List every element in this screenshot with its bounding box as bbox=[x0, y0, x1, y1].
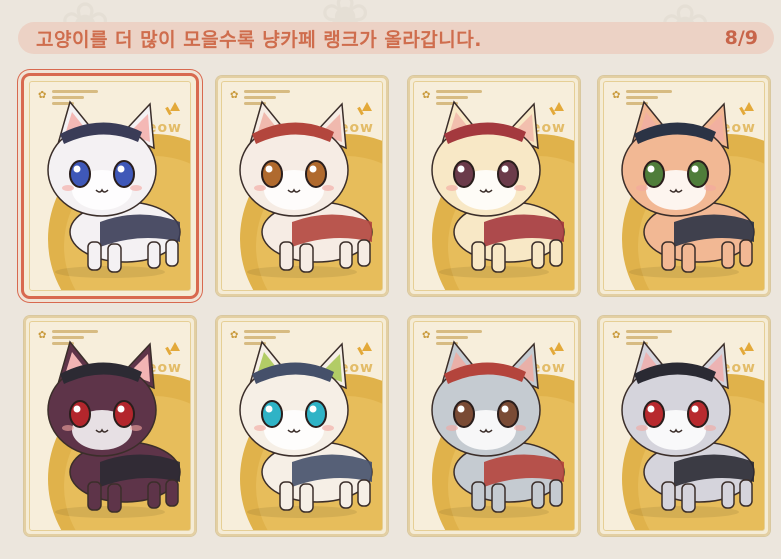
cat-portrait bbox=[47, 100, 181, 278]
card-frame: ✿ meow bbox=[221, 321, 383, 531]
cat-portrait bbox=[621, 100, 755, 278]
cat-card-4[interactable]: ✿ meow bbox=[598, 76, 770, 296]
banner-message: 고양이를 더 많이 모을수록 냥카페 랭크가 올라갑니다. bbox=[36, 28, 482, 51]
card-frame: ✿ meow bbox=[603, 81, 765, 291]
cat-card-2[interactable]: ✿ meow bbox=[216, 76, 388, 296]
cat-portrait bbox=[431, 100, 565, 278]
cat-card-8[interactable]: ✿ meow bbox=[598, 316, 770, 536]
card-frame: ✿ meow bbox=[221, 81, 383, 291]
cat-portrait bbox=[47, 340, 181, 518]
card-frame: ✿ meow bbox=[29, 321, 191, 531]
cat-card-grid: ✿ meow ✿ meow ✿ meow ✿ meow ✿ meow ✿ meo… bbox=[24, 76, 774, 546]
cat-portrait bbox=[431, 340, 565, 518]
card-frame: ✿ meow bbox=[29, 81, 191, 291]
cat-card-5[interactable]: ✿ meow bbox=[24, 316, 196, 536]
card-frame: ✿ meow bbox=[413, 81, 575, 291]
card-frame: ✿ meow bbox=[603, 321, 765, 531]
cat-portrait bbox=[239, 340, 373, 518]
cat-card-7[interactable]: ✿ meow bbox=[408, 316, 580, 536]
cat-portrait bbox=[621, 340, 755, 518]
cat-card-6[interactable]: ✿ meow bbox=[216, 316, 388, 536]
cat-card-1[interactable]: ✿ meow bbox=[24, 76, 196, 296]
collection-count: 8/9 bbox=[724, 27, 758, 49]
cat-card-3[interactable]: ✿ meow bbox=[408, 76, 580, 296]
cat-portrait bbox=[239, 100, 373, 278]
collection-banner: 고양이를 더 많이 모을수록 냥카페 랭크가 올라갑니다. 8/9 bbox=[18, 22, 774, 54]
card-frame: ✿ meow bbox=[413, 321, 575, 531]
